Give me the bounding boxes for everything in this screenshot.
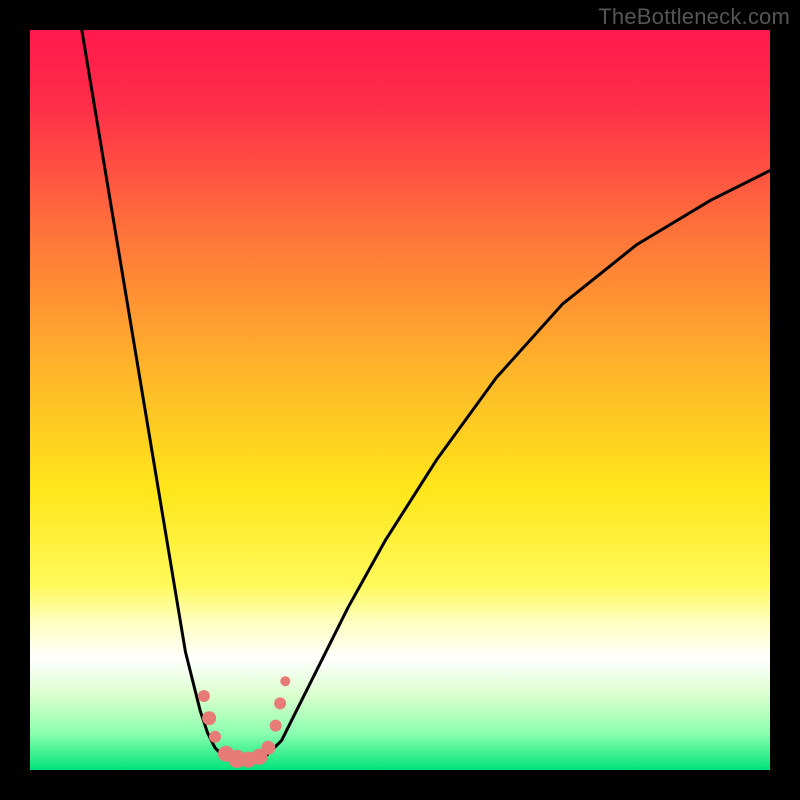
data-marker — [198, 690, 210, 702]
gradient-background — [30, 30, 770, 770]
data-marker — [261, 741, 275, 755]
chart-frame: TheBottleneck.com — [0, 0, 800, 800]
watermark-text: TheBottleneck.com — [598, 4, 790, 30]
data-marker — [270, 720, 282, 732]
bottleneck-chart — [30, 30, 770, 770]
data-marker — [274, 697, 286, 709]
data-marker — [209, 731, 221, 743]
data-marker — [280, 676, 290, 686]
plot-area — [30, 30, 770, 770]
data-marker — [202, 711, 216, 725]
